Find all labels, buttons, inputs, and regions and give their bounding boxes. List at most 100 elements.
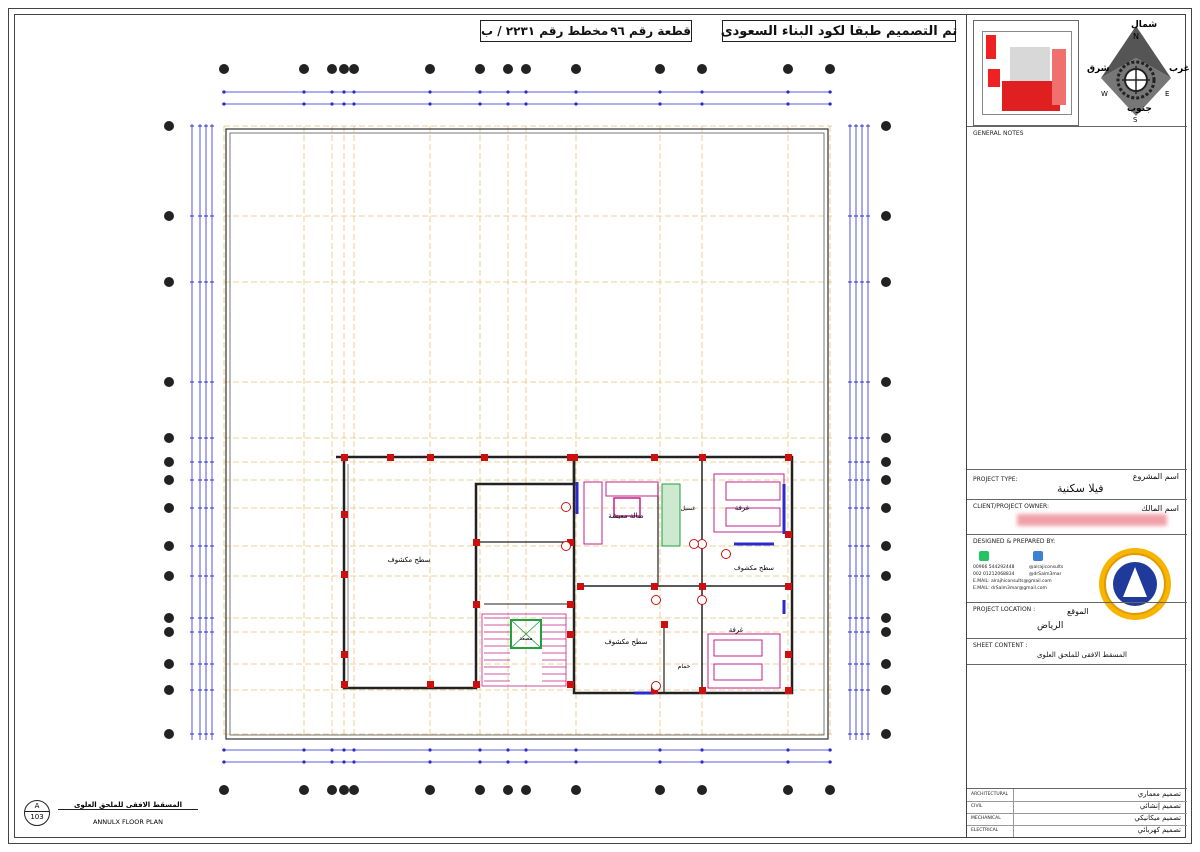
dim-tick [428, 748, 432, 752]
grid-bubble-right [881, 433, 891, 443]
grid-bubble-left [164, 211, 174, 221]
location-value: الرياض [1037, 621, 1064, 631]
grid-bubble-right [881, 121, 891, 131]
grid-bubble-left [164, 659, 174, 669]
column [387, 454, 394, 461]
dim-tick [658, 90, 662, 94]
grid-bubble-left [164, 729, 174, 739]
dim-tick [330, 748, 334, 752]
laundry-fixture [661, 483, 681, 547]
dim-tick [828, 760, 832, 764]
dim-tick [658, 760, 662, 764]
dim-tick [478, 90, 482, 94]
dim-tick [700, 102, 704, 106]
grid-bubble-left [164, 377, 174, 387]
grid-bubble-top [825, 64, 835, 74]
owner-ar-label: اسم المالك [1141, 504, 1179, 513]
column [785, 531, 792, 538]
dim-tick [302, 748, 306, 752]
grid-bubble-left [164, 685, 174, 695]
grid-bubble-right [881, 457, 891, 467]
room-top: غرفة [735, 504, 750, 512]
floor-plan-drawing: سطح مكشوف صالة معيشة سطح مكشوف غرفة غرفة… [164, 64, 891, 795]
room-open-roof-right: سطح مكشوف [734, 564, 774, 572]
sheet-number-letter: A [25, 801, 49, 812]
dim-tick [302, 90, 306, 94]
grid-bubble-left [164, 121, 174, 131]
column [341, 651, 348, 658]
column [481, 454, 488, 461]
grid-bubble-right [881, 503, 891, 513]
sheet-number: 103 [30, 813, 44, 821]
sheet-content-value: المسقط الافقى للملحق العلوى [1037, 651, 1127, 659]
dim-tick [700, 90, 704, 94]
column [785, 651, 792, 658]
dim-tick [658, 748, 662, 752]
door-marker [651, 681, 661, 691]
sheet-title-ar: المسقط الافقى للملحق العلوى [58, 801, 198, 810]
room-living: صالة معيشة [608, 512, 643, 520]
dim-tick [428, 760, 432, 764]
dim-tick [786, 90, 790, 94]
stairs [481, 613, 567, 687]
grid-bubble-top [503, 64, 513, 74]
grid-bubble-left [164, 503, 174, 513]
column [427, 681, 434, 688]
dim-tick [428, 90, 432, 94]
grid-bubble-top [475, 64, 485, 74]
compass-east-ar: شرق [1087, 64, 1110, 74]
grid-bubble-left [164, 613, 174, 623]
grid-bubble-bottom [697, 785, 707, 795]
grid-bubble-bottom [571, 785, 581, 795]
grid-bubble-bottom [521, 785, 531, 795]
grid-bubble-left [164, 627, 174, 637]
column [785, 687, 792, 694]
grid-bubble-left [164, 433, 174, 443]
dim-tick [352, 748, 356, 752]
dim-tick [574, 102, 578, 106]
dim-tick [658, 102, 662, 106]
grid-bubble-bottom [349, 785, 359, 795]
dim-tick [506, 760, 510, 764]
grid-bubble-right [881, 211, 891, 221]
dim-tick [828, 90, 832, 94]
dim-tick [222, 748, 226, 752]
grid-bubble-right [881, 613, 891, 623]
column [567, 681, 574, 688]
general-notes-label: GENERAL NOTES [973, 130, 1024, 137]
column [571, 454, 578, 461]
sheet-content-row: SHEET CONTENT : المسقط الافقى للملحق الع… [967, 638, 1187, 664]
project-type-ar-label: اسم المشروع [1132, 472, 1179, 481]
grid-bubble-left [164, 571, 174, 581]
dimension-lines [190, 90, 870, 764]
room-bottom: غرفة [729, 626, 744, 634]
dim-tick [574, 748, 578, 752]
dim-tick [330, 102, 334, 106]
door-marker [697, 595, 707, 605]
grid-bubble-bottom [825, 785, 835, 795]
room-elevator: مصعد [519, 636, 532, 642]
column [473, 681, 480, 688]
column [341, 681, 348, 688]
column [785, 454, 792, 461]
designed-row: DESIGNED & PREPARED BY: 00966 544292448 … [967, 534, 1187, 620]
compass-s: S [1133, 116, 1138, 124]
dim-tick [786, 760, 790, 764]
column [567, 631, 574, 638]
column [567, 601, 574, 608]
column [785, 583, 792, 590]
social-icon [1033, 551, 1043, 561]
dim-tick [524, 760, 528, 764]
door-marker [561, 502, 571, 512]
grid-bubbles [164, 64, 891, 795]
dim-tick [506, 90, 510, 94]
column [699, 583, 706, 590]
dim-tick [342, 90, 346, 94]
grid-bubble-right [881, 571, 891, 581]
column [651, 454, 658, 461]
grid-bubble-left [164, 457, 174, 467]
grid-bubble-left [164, 277, 174, 287]
project-type-value: فيلا سكنية [1057, 482, 1104, 495]
grid-bubble-left [164, 475, 174, 485]
column [699, 687, 706, 694]
